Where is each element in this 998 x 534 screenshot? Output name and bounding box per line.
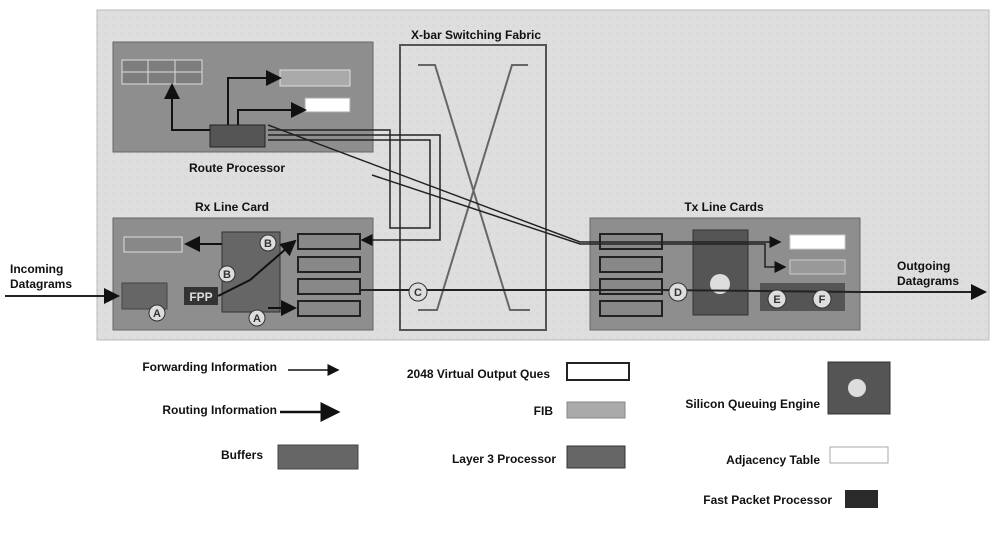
marker-a-right: A [253,313,261,325]
outgoing-label-1: Outgoing [897,259,950,273]
router-architecture-diagram: Route Processor X-bar Switching Fabric R… [5,9,990,508]
xbar-title: X-bar Switching Fabric [411,28,541,42]
tx-line-cards: Tx Line Cards [589,200,861,331]
legend: Forwarding Information Routing Informati… [142,360,891,508]
marker-b-top: B [264,238,272,250]
legend-sqe: Silicon Queuing Engine [685,397,820,411]
marker-c: C [414,287,422,299]
diagram: Route Processor X-bar Switching Fabric R… [0,0,998,534]
legend-l3: Layer 3 Processor [452,452,556,466]
rx-line-card-label: Rx Line Card [195,200,269,214]
legend-buffers: Buffers [221,448,263,462]
marker-f: F [819,294,826,306]
legend-forwarding: Forwarding Information [142,360,277,374]
marker-a-left: A [153,308,161,320]
legend-adj: Adjacency Table [726,453,820,467]
legend-fpp: Fast Packet Processor [703,493,832,507]
incoming-label-2: Datagrams [10,277,72,291]
marker-d: D [674,287,682,299]
legend-fib: FIB [534,404,554,418]
outgoing-label-2: Datagrams [897,274,959,288]
legend-routing: Routing Information [162,403,277,417]
legend-voq: 2048 Virtual Output Ques [407,367,550,381]
route-processor-label: Route Processor [189,161,285,175]
fpp-label: FPP [189,290,212,304]
tx-line-cards-label: Tx Line Cards [684,200,764,214]
marker-b-left: B [223,269,231,281]
marker-e: E [773,294,780,306]
incoming-label-1: Incoming [10,262,63,276]
